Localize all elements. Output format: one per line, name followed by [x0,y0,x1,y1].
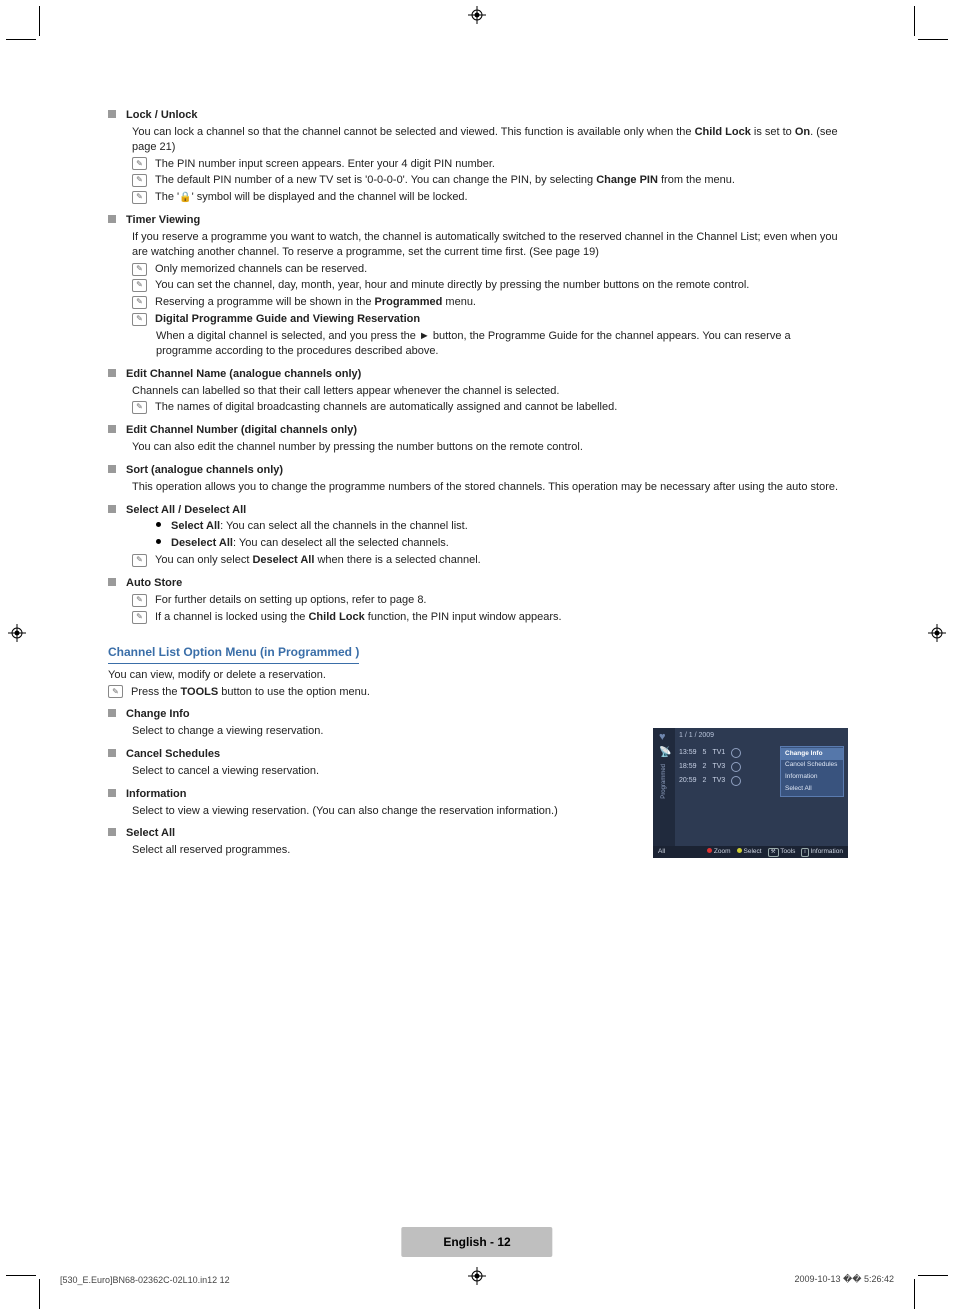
bullet-line: Select All: You can select all the chann… [108,519,848,534]
note-icon: ✎ [132,157,147,170]
footer-file-info: [530_E.Euro]BN68-02362C-02L10.in12 12 [60,1275,230,1285]
paragraph: Channels can labelled so that their call… [108,384,848,399]
paragraph: This operation allows you to change the … [108,480,848,495]
tv-row: 18:592TV3 [679,760,778,774]
tv-screenshot: ♥ 📡 Programmed 1 / 1 / 2009 13:595TV1 18… [653,728,848,858]
note-line: ✎Digital Programme Guide and Viewing Res… [108,312,848,327]
note-icon: ✎ [132,313,147,326]
note-line: ✎Press the TOOLS button to use the optio… [108,685,848,700]
crop-mark [6,1275,36,1276]
note-line: ✎The names of digital broadcasting chann… [108,400,848,415]
heading-lock-unlock: Lock / Unlock [108,108,848,123]
tv-menu-item: Information [781,772,843,784]
bullet-icon [156,539,161,544]
registration-mark-icon [928,624,946,642]
crop-mark [918,39,948,40]
square-bullet-icon [108,505,116,513]
clock-icon [731,748,741,758]
note-line: ✎The default PIN number of a new TV set … [108,173,848,188]
tv-menu-item: Change Info [781,748,843,760]
square-bullet-icon [108,110,116,118]
registration-mark-icon [468,1267,486,1285]
registration-mark-icon [8,624,26,642]
tools-key-icon: ⚒ [768,848,779,857]
bullet-icon [156,522,161,527]
paragraph: You can lock a channel so that the chann… [108,125,848,155]
tv-sidebar-label: Programmed [660,764,668,799]
heading-change-info: Change Info [108,707,848,722]
note-icon: ✎ [132,279,147,292]
note-icon: ✎ [132,296,147,309]
paragraph: You can view, modify or delete a reserva… [108,668,848,683]
paragraph: If you reserve a programme you want to w… [108,230,848,260]
crop-mark [39,6,40,36]
section-title-option-menu: Channel List Option Menu (in Programmed … [108,644,359,663]
heart-icon: ♥ [659,732,669,742]
page-number-pill: English - 12 [401,1227,552,1257]
tv-menu-item: Select All [781,783,843,795]
square-bullet-icon [108,215,116,223]
note-icon: ✎ [132,174,147,187]
manual-page: Lock / Unlock You can lock a channel so … [0,0,954,1315]
body-text: Lock / Unlock You can lock a channel so … [108,100,848,860]
note-line: ✎The '🔒' symbol will be displayed and th… [108,190,848,205]
paragraph: When a digital channel is selected, and … [108,329,848,359]
heading-auto-store: Auto Store [108,576,848,591]
info-key-icon: i [801,848,808,857]
note-icon: ✎ [132,191,147,204]
note-icon: ✎ [132,263,147,276]
lock-icon: 🔒 [179,192,191,203]
square-bullet-icon [108,465,116,473]
square-bullet-icon [108,828,116,836]
crop-mark [914,1279,915,1309]
tv-rows: 13:595TV1 18:592TV3 20:592TV3 [679,746,778,788]
square-bullet-icon [108,709,116,717]
tv-date: 1 / 1 / 2009 [679,731,714,740]
paragraph: You can also edit the channel number by … [108,440,848,455]
tv-all-label: All [658,848,665,857]
heading-sort: Sort (analogue channels only) [108,463,848,478]
note-line: ✎Only memorized channels can be reserved… [108,262,848,277]
note-icon: ✎ [132,401,147,414]
crop-mark [6,39,36,40]
red-dot-icon [707,848,712,853]
heading-timer-viewing: Timer Viewing [108,213,848,228]
tv-bottom-bar: All Zoom Select ⚒ Tools i Information [653,846,848,858]
heading-select-all: Select All / Deselect All [108,503,848,518]
square-bullet-icon [108,578,116,586]
clock-icon [731,776,741,786]
footer-timestamp: 2009-10-13 �� 5:26:42 [794,1274,894,1285]
tv-row: 13:595TV1 [679,746,778,760]
square-bullet-icon [108,369,116,377]
note-line: ✎If a channel is locked using the Child … [108,610,848,625]
bullet-line: Deselect All: You can deselect all the s… [108,536,848,551]
heading-edit-channel-number: Edit Channel Number (digital channels on… [108,423,848,438]
clock-icon [731,762,741,772]
note-line: ✎For further details on setting up optio… [108,593,848,608]
square-bullet-icon [108,425,116,433]
crop-mark [914,6,915,36]
note-line: ✎You can only select Deselect All when t… [108,553,848,568]
note-line: ✎You can set the channel, day, month, ye… [108,278,848,293]
tv-menu-item: Cancel Schedules [781,760,843,772]
satellite-icon: 📡 [659,748,669,758]
tv-tools-menu: Change Info Cancel Schedules Information… [780,746,844,797]
note-icon: ✎ [132,594,147,607]
crop-mark [918,1275,948,1276]
crop-mark [39,1279,40,1309]
note-line: ✎The PIN number input screen appears. En… [108,157,848,172]
square-bullet-icon [108,749,116,757]
tv-row: 20:592TV3 [679,774,778,788]
yellow-dot-icon [737,848,742,853]
square-bullet-icon [108,789,116,797]
note-icon: ✎ [132,611,147,624]
note-line: ✎Reserving a programme will be shown in … [108,295,848,310]
tv-sidebar: ♥ 📡 Programmed [653,728,675,846]
note-icon: ✎ [108,685,123,698]
heading-edit-channel-name: Edit Channel Name (analogue channels onl… [108,367,848,382]
registration-mark-icon [468,6,486,24]
note-icon: ✎ [132,554,147,567]
